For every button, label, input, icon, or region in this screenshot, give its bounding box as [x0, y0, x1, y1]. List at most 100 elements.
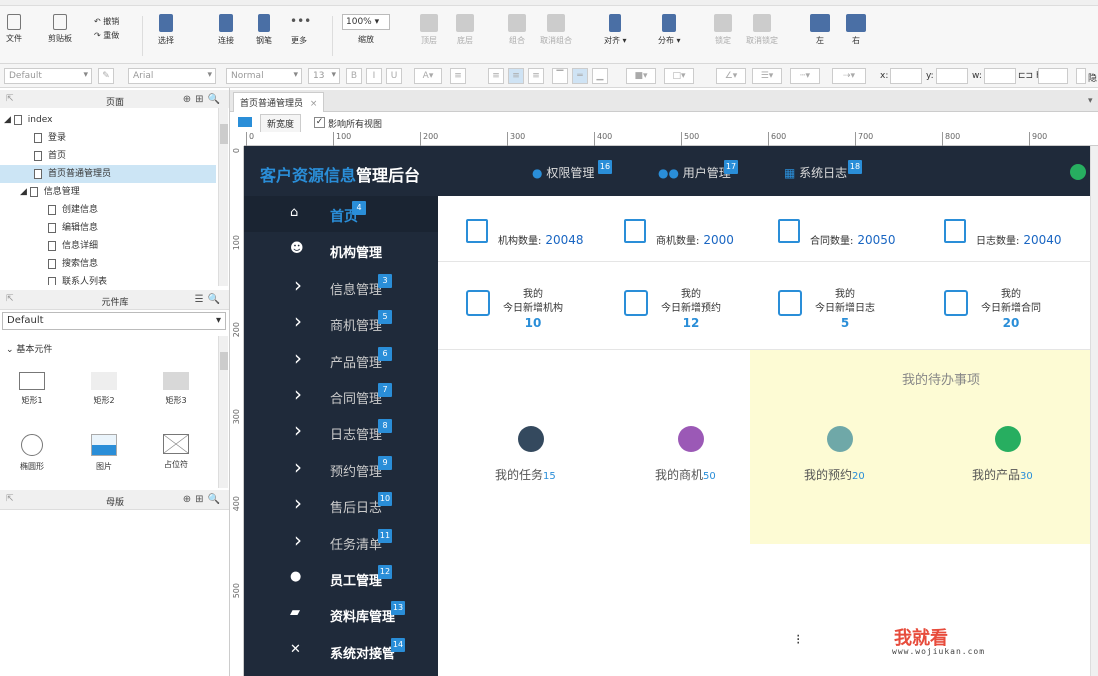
tab-home-admin[interactable]: 首页普通管理员 × — [233, 92, 325, 112]
connect-button[interactable]: 连接 — [218, 14, 234, 46]
affect-all-checkbox[interactable]: ✓ — [314, 117, 325, 128]
list-icon[interactable]: ≡ — [450, 68, 466, 84]
page-item-contacts[interactable]: 联系人列表 — [0, 273, 216, 285]
nav-users[interactable]: ●● 用户管理 — [658, 164, 731, 181]
bold-icon[interactable]: B — [346, 68, 362, 84]
sidebar-item[interactable]: › 合同管理 7 — [244, 378, 438, 414]
font-select[interactable]: Arial — [128, 68, 216, 84]
send-bottom-button[interactable]: 底层 — [456, 14, 474, 46]
sidebar-item[interactable]: ▰ 资料库管理 13 — [244, 596, 438, 632]
tab-menu-icon[interactable]: ▾ — [1088, 96, 1093, 106]
page-item-info-mgmt[interactable]: ◢ 信息管理 — [0, 183, 216, 201]
align-center-text-icon[interactable]: ≡ — [508, 68, 524, 84]
file-button[interactable]: 文件 — [6, 14, 22, 44]
lock-ratio-icon[interactable]: ⊏⊐ — [1018, 71, 1033, 81]
todo-item[interactable]: 我的产品30 — [972, 466, 1033, 483]
widget-rect3[interactable]: 矩形3 — [156, 372, 196, 406]
adaptive-views-icon[interactable] — [238, 117, 252, 127]
arrow-style-icon[interactable]: ⇢▾ — [832, 68, 866, 84]
sidebar-item[interactable]: ☻ 机构管理 — [244, 232, 438, 268]
shadow-icon[interactable]: □▾ — [664, 68, 694, 84]
w-input[interactable] — [984, 68, 1016, 84]
x-input[interactable] — [890, 68, 922, 84]
valign-bottom-icon[interactable]: ▁ — [592, 68, 608, 84]
widget-ellipse[interactable]: 椭圆形 — [12, 434, 52, 472]
sidebar-item[interactable]: › 任务清单 11 — [244, 524, 438, 560]
sidebar-item[interactable]: ⌂ 首页 4 — [244, 196, 438, 232]
widget-image[interactable]: 图片 — [84, 434, 124, 472]
undo-button[interactable]: ↶ 撤销 — [94, 16, 119, 27]
pages-scrollbar[interactable] — [218, 108, 228, 286]
underline-icon[interactable]: U — [386, 68, 402, 84]
pages-tools[interactable]: ⊕⊞🔍 — [183, 94, 224, 105]
h-input[interactable] — [1038, 68, 1068, 84]
sidebar-item[interactable]: › 日志管理 8 — [244, 414, 438, 450]
canvas-scrollbar[interactable] — [1090, 146, 1098, 676]
pen-button[interactable]: 钢笔 — [256, 14, 272, 46]
todo-item[interactable]: 我的商机50 — [655, 466, 716, 483]
more-button[interactable]: ••• 更多 — [290, 14, 311, 46]
font-weight-select[interactable]: Normal — [226, 68, 302, 84]
style-select[interactable]: Default — [4, 68, 92, 84]
group-button[interactable]: 组合 — [508, 14, 526, 46]
sidebar-item[interactable]: › 信息管理 3 — [244, 269, 438, 305]
lock-button[interactable]: 锁定 — [714, 14, 732, 46]
line-color-icon[interactable]: ∠▾ — [716, 68, 746, 84]
todo-item[interactable]: 我的预约20 — [804, 466, 865, 483]
unlock-button[interactable]: 取消锁定 — [746, 14, 778, 46]
user-avatar-icon[interactable] — [1070, 164, 1086, 180]
align-right-text-icon[interactable]: ≡ — [528, 68, 544, 84]
italic-icon[interactable]: I — [366, 68, 382, 84]
valign-top-icon[interactable]: ▔ — [552, 68, 568, 84]
valign-middle-icon[interactable]: ═ — [572, 68, 588, 84]
left-button[interactable]: 左 — [810, 14, 830, 46]
page-item-create-info[interactable]: 创建信息 — [0, 201, 216, 219]
page-item-info-detail[interactable]: 信息详细 — [0, 237, 216, 255]
sidebar-item[interactable]: › 产品管理 6 — [244, 342, 438, 378]
align-button[interactable]: 对齐 ▾ — [604, 14, 627, 46]
page-item-search-info[interactable]: 搜索信息 — [0, 255, 216, 273]
font-color-icon[interactable]: A▾ — [414, 68, 442, 84]
page-item-home[interactable]: 首页 — [0, 147, 216, 165]
page-item-edit-info[interactable]: 编辑信息 — [0, 219, 216, 237]
redo-button[interactable]: ↷ 重做 — [94, 30, 119, 41]
line-style-icon[interactable]: ┄▾ — [790, 68, 820, 84]
page-item-login[interactable]: 登录 — [0, 129, 216, 147]
todo-item[interactable]: 我的任务15 — [495, 466, 556, 483]
page-item-home-admin[interactable]: 首页普通管理员 — [0, 165, 216, 183]
widgets-scrollbar[interactable] — [218, 336, 228, 488]
adaptive-button[interactable]: 新宽度 — [260, 114, 302, 133]
ungroup-button[interactable]: 取消组合 — [540, 14, 572, 46]
sidebar-item[interactable]: ● 员工管理 12 — [244, 560, 438, 596]
widgets-tools[interactable]: ☰🔍 — [195, 294, 224, 305]
widget-group-basic[interactable]: ⌄ 基本元件 — [6, 342, 52, 355]
zoom-select[interactable]: 100% ▾ — [342, 14, 390, 30]
bring-top-button[interactable]: 顶层 — [420, 14, 438, 46]
nav-permissions[interactable]: ● 权限管理 — [532, 164, 594, 181]
todo-icon[interactable] — [827, 426, 853, 452]
sidebar-item[interactable]: › 售后日志 10 — [244, 487, 438, 523]
style-edit-icon[interactable]: ✎ — [98, 68, 114, 84]
sidebar-item[interactable]: ✕ 系统对接管 14 — [244, 633, 438, 669]
todo-icon[interactable] — [678, 426, 704, 452]
todo-icon[interactable] — [518, 426, 544, 452]
close-icon[interactable]: × — [310, 99, 318, 109]
todo-icon[interactable] — [995, 426, 1021, 452]
align-left-text-icon[interactable]: ≡ — [488, 68, 504, 84]
zoom-control[interactable]: 100% ▾ 缩放 — [342, 14, 390, 45]
masters-tools[interactable]: ⊕⊞🔍 — [183, 494, 224, 505]
widget-placeholder[interactable]: 占位符 — [156, 434, 196, 470]
y-input[interactable] — [936, 68, 968, 84]
hidden-checkbox[interactable] — [1076, 68, 1086, 84]
select-button[interactable]: 选择 — [158, 14, 174, 46]
widget-rect2[interactable]: 矩形2 — [84, 372, 124, 406]
sidebar-item[interactable]: › 预约管理 9 — [244, 451, 438, 487]
fill-color-icon[interactable]: ■▾ — [626, 68, 656, 84]
distribute-button[interactable]: 分布 ▾ — [658, 14, 681, 46]
clipboard-button[interactable]: 剪贴板 — [48, 14, 72, 44]
widget-rect1[interactable]: 矩形1 — [12, 372, 52, 406]
page-item-index[interactable]: ◢ index — [0, 111, 216, 129]
nav-syslog[interactable]: ▦ 系统日志 — [784, 164, 847, 181]
sidebar-item[interactable]: › 商机管理 5 — [244, 305, 438, 341]
library-select[interactable]: Default ▾ — [2, 312, 226, 330]
